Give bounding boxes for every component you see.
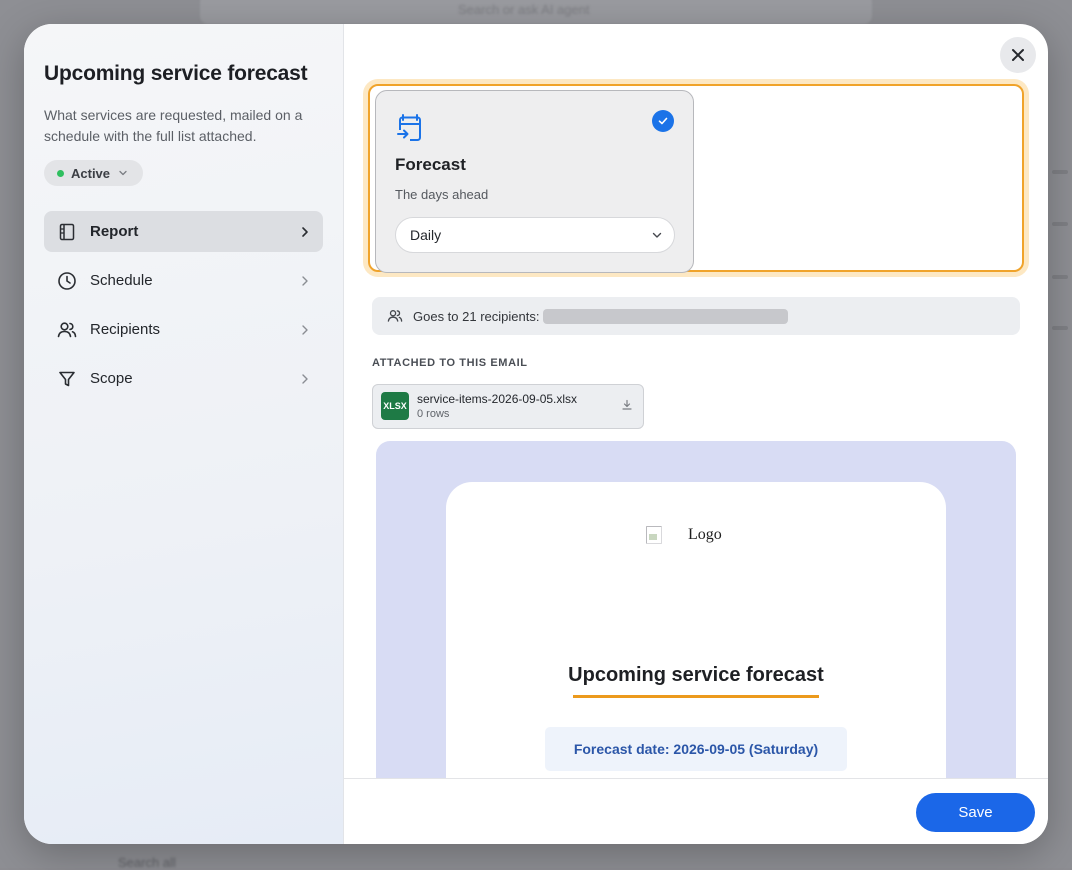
chevron-down-icon — [651, 229, 663, 241]
email-logo: Logo — [646, 526, 722, 544]
background-mark — [1052, 222, 1068, 226]
filter-icon — [56, 368, 78, 390]
email-title: Upcoming service forecast — [568, 664, 824, 686]
forecast-report-card[interactable]: Forecast The days ahead Daily — [375, 90, 694, 273]
sidebar-item-label: Recipients — [90, 321, 161, 338]
sidebar-item-label: Schedule — [90, 272, 153, 289]
email-title-underline — [573, 695, 819, 698]
background-mark — [1052, 275, 1068, 279]
chevron-right-icon — [301, 373, 309, 385]
email-body: Logo Upcoming service forecast Forecast … — [446, 482, 946, 801]
users-icon — [56, 319, 78, 341]
report-type-picker: Forecast The days ahead Daily — [368, 84, 1024, 273]
background-mark — [1052, 170, 1068, 174]
email-preview: Logo Upcoming service forecast Forecast … — [376, 441, 1016, 801]
recipients-text: Goes to 21 recipients: — [413, 308, 540, 324]
sidebar-item-report[interactable]: Report — [44, 211, 323, 252]
sidebar-item-schedule[interactable]: Schedule — [44, 260, 323, 301]
page-description: What services are requested, mailed on a… — [44, 107, 303, 144]
xlsx-file-icon: XLSX — [381, 392, 409, 420]
report-modal: Upcoming service forecast What services … — [24, 24, 1048, 844]
card-subtitle: The days ahead — [395, 187, 489, 202]
modal-footer: Save — [344, 778, 1048, 844]
report-icon — [56, 221, 78, 243]
chevron-down-icon — [118, 168, 128, 178]
sidebar-item-recipients[interactable]: Recipients — [44, 309, 323, 350]
modal-sidebar: Upcoming service forecast What services … — [24, 24, 344, 844]
attachment-rowcount: 0 rows — [417, 408, 450, 420]
sidebar-item-label: Scope — [90, 370, 133, 387]
page-title: Upcoming service forecast — [44, 62, 308, 85]
background-search-placeholder: Search or ask AI agent — [458, 2, 590, 17]
attachment-filename: service-items-2026-09-05.xlsx — [417, 392, 578, 406]
calendar-arrow-icon — [395, 113, 425, 148]
sidebar-item-scope[interactable]: Scope — [44, 358, 323, 399]
status-label: Active — [71, 165, 111, 181]
chevron-right-icon — [301, 324, 309, 336]
recipients-redacted-list — [543, 308, 789, 324]
background-mark — [1052, 326, 1068, 330]
status-dot — [57, 169, 64, 177]
chevron-right-icon — [301, 226, 309, 238]
logo-alt-text: Logo — [688, 526, 722, 543]
broken-image-icon — [646, 526, 662, 544]
save-button[interactable]: Save — [916, 793, 1035, 832]
chevron-right-icon — [301, 275, 309, 287]
clock-icon — [56, 270, 78, 292]
card-title: Forecast — [395, 155, 466, 174]
sidebar-nav: Report Schedule Recipients Scope — [44, 211, 323, 407]
recipients-summary: Goes to 21 recipients: — [372, 297, 1020, 335]
close-button[interactable] — [1000, 37, 1036, 73]
frequency-select[interactable]: Daily — [395, 217, 675, 253]
sidebar-item-label: Report — [90, 223, 139, 240]
frequency-value: Daily — [410, 227, 442, 243]
forecast-date: Forecast date: 2026-09-05 (Saturday) — [545, 727, 847, 771]
modal-content: Forecast The days ahead Daily Goes to 21… — [344, 24, 1048, 844]
users-icon — [387, 309, 403, 323]
close-icon — [1011, 48, 1025, 62]
status-dropdown[interactable]: Active — [44, 160, 143, 186]
selected-check-icon — [652, 110, 674, 132]
download-icon[interactable] — [621, 399, 633, 411]
attachment-file[interactable]: XLSX service-items-2026-09-05.xlsx 0 row… — [372, 384, 644, 429]
attachments-heading: ATTACHED TO THIS EMAIL — [372, 357, 528, 369]
